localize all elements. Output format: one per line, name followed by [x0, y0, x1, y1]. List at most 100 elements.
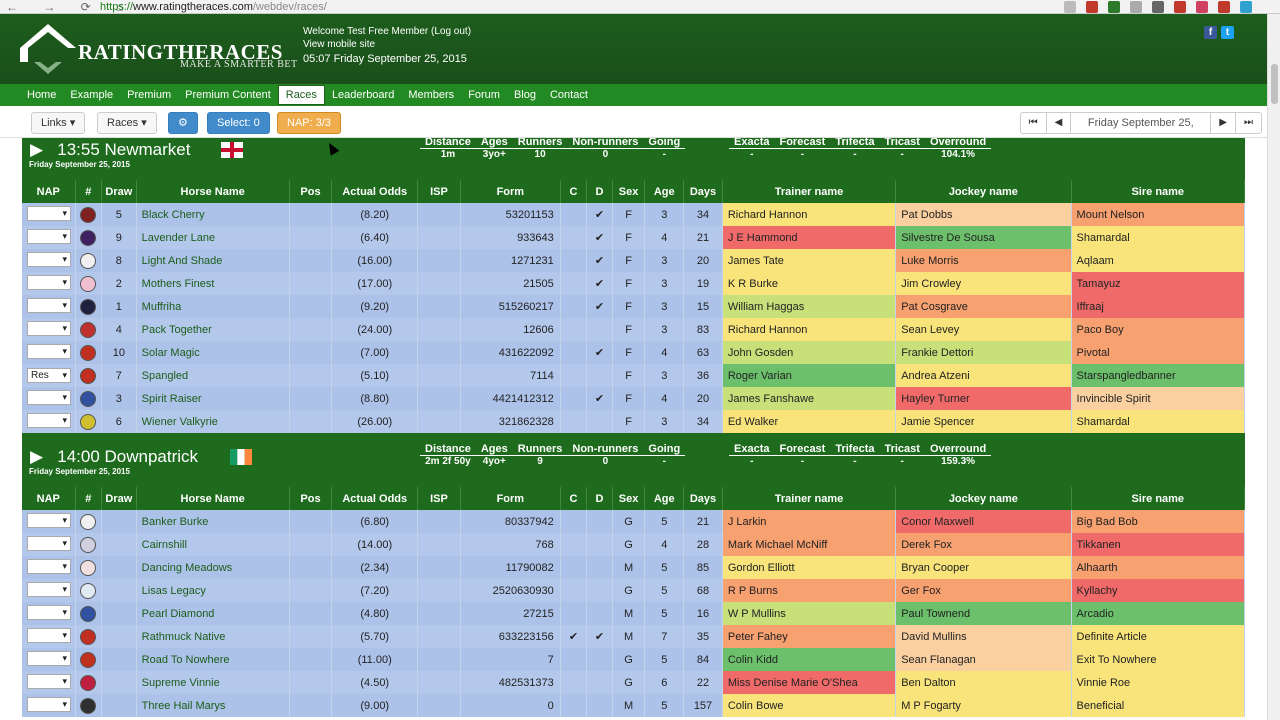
column-header[interactable]: ISP: [417, 487, 461, 510]
jockey-cell[interactable]: Luke Morris: [895, 249, 1072, 272]
race-title[interactable]: ▶ 13:55 Newmarket: [30, 140, 190, 160]
address-bar[interactable]: https://www.ratingtheraces.com/webdev/ra…: [100, 0, 327, 14]
sire-cell[interactable]: Starspangledbanner: [1071, 364, 1245, 387]
sire-cell[interactable]: Paco Boy: [1071, 318, 1245, 341]
menu-contact[interactable]: Contact: [543, 84, 595, 106]
sire-cell[interactable]: Vinnie Roe: [1071, 671, 1245, 694]
extension-icon[interactable]: [1196, 1, 1208, 13]
jockey-cell[interactable]: Pat Dobbs: [895, 203, 1072, 226]
horse-name-link[interactable]: Lavender Lane: [136, 226, 290, 249]
sire-cell[interactable]: Shamardal: [1071, 226, 1245, 249]
nap-select[interactable]: [27, 320, 71, 336]
horse-name-link[interactable]: Black Cherry: [136, 203, 290, 226]
trainer-cell[interactable]: Colin Bowe: [722, 694, 897, 717]
trainer-cell[interactable]: W P Mullins: [722, 602, 897, 625]
table-row[interactable]: 4Pack Together (24.00) 12606 F383Richard Ha…: [22, 318, 1245, 341]
nap-select[interactable]: [27, 558, 71, 574]
table-row[interactable]: Banker Burke (6.80) 80337942 G521J LarkinCo…: [22, 510, 1245, 533]
nap-select[interactable]: [27, 205, 71, 221]
extension-icon[interactable]: [1152, 1, 1164, 13]
trainer-cell[interactable]: K R Burke: [722, 272, 897, 295]
nap-select[interactable]: [27, 343, 71, 359]
trainer-cell[interactable]: Richard Hannon: [722, 318, 897, 341]
nap-select[interactable]: [27, 627, 71, 643]
column-header[interactable]: Form: [460, 180, 561, 203]
race-title[interactable]: ▶ 14:00 Downpatrick: [30, 447, 198, 467]
next-day-button[interactable]: ▶: [1211, 113, 1236, 133]
column-header[interactable]: Sire name: [1071, 487, 1245, 510]
menu-blog[interactable]: Blog: [507, 84, 543, 106]
jockey-cell[interactable]: Paul Townend: [895, 602, 1072, 625]
column-header[interactable]: Jockey name: [895, 487, 1072, 510]
column-header[interactable]: Draw: [101, 487, 137, 510]
jockey-cell[interactable]: Sean Levey: [895, 318, 1072, 341]
nap-select[interactable]: [27, 297, 71, 313]
sire-cell[interactable]: Kyllachy: [1071, 579, 1245, 602]
sire-cell[interactable]: Arcadio: [1071, 602, 1245, 625]
column-header[interactable]: Horse Name: [136, 487, 290, 510]
menu-forum[interactable]: Forum: [461, 84, 507, 106]
scrollbar-thumb[interactable]: [1271, 64, 1278, 104]
horse-name-link[interactable]: Three Hail Marys: [136, 694, 290, 717]
column-header[interactable]: Actual Odds: [331, 180, 419, 203]
nap-button[interactable]: NAP: 3/3: [277, 112, 342, 134]
extension-icon[interactable]: [1240, 1, 1252, 13]
menu-home[interactable]: Home: [20, 84, 63, 106]
trainer-cell[interactable]: Miss Denise Marie O'Shea: [722, 671, 897, 694]
table-row[interactable]: Three Hail Marys (9.00) 0 M5157Colin BoweM …: [22, 694, 1245, 717]
trainer-cell[interactable]: Roger Varian: [722, 364, 897, 387]
table-row[interactable]: 3Spirit Raiser (8.80) 4421412312 ✔F420James…: [22, 387, 1245, 410]
expand-icon[interactable]: ▶: [30, 447, 43, 466]
column-header[interactable]: Jockey name: [895, 180, 1072, 203]
jockey-cell[interactable]: M P Fogarty: [895, 694, 1072, 717]
nap-select[interactable]: [27, 673, 71, 689]
sire-cell[interactable]: Shamardal: [1071, 410, 1245, 433]
links-dropdown[interactable]: Links ▾: [31, 112, 86, 134]
column-header[interactable]: Days: [683, 180, 723, 203]
first-day-button[interactable]: ⏮: [1021, 113, 1047, 133]
menu-members[interactable]: Members: [401, 84, 461, 106]
table-row[interactable]: Dancing Meadows (2.34) 11790082 M585Gordon …: [22, 556, 1245, 579]
column-header[interactable]: Draw: [101, 180, 137, 203]
extension-icon[interactable]: [1218, 1, 1230, 13]
horse-name-link[interactable]: Rathmuck Native: [136, 625, 290, 648]
extension-icon[interactable]: [1086, 1, 1098, 13]
horse-name-link[interactable]: Dancing Meadows: [136, 556, 290, 579]
nap-select[interactable]: Res: [27, 368, 71, 383]
nap-select[interactable]: [27, 696, 71, 712]
extension-icon[interactable]: [1130, 1, 1142, 13]
nap-select[interactable]: [27, 412, 71, 428]
column-header[interactable]: #: [75, 180, 103, 203]
column-header[interactable]: Pos: [289, 487, 333, 510]
facebook-icon[interactable]: f: [1204, 26, 1217, 39]
nap-select[interactable]: [27, 604, 71, 620]
table-row[interactable]: 8Light And Shade (16.00) 1271231 ✔F320James…: [22, 249, 1245, 272]
column-header[interactable]: Age: [644, 180, 685, 203]
column-header[interactable]: Age: [644, 487, 685, 510]
sire-cell[interactable]: Pivotal: [1071, 341, 1245, 364]
jockey-cell[interactable]: Jamie Spencer: [895, 410, 1072, 433]
trainer-cell[interactable]: J E Hammond: [722, 226, 897, 249]
nap-select[interactable]: [27, 581, 71, 597]
settings-button[interactable]: ⚙: [168, 112, 198, 134]
column-header[interactable]: Form: [460, 487, 561, 510]
jockey-cell[interactable]: Frankie Dettori: [895, 341, 1072, 364]
sire-cell[interactable]: Tamayuz: [1071, 272, 1245, 295]
logo-icon[interactable]: [20, 22, 76, 78]
table-row[interactable]: Lisas Legacy (7.20) 2520630930 G568R P Burn…: [22, 579, 1245, 602]
horse-name-link[interactable]: Mothers Finest: [136, 272, 290, 295]
table-row[interactable]: Rathmuck Native(5.70)633223156✔✔M735Pete…: [22, 625, 1245, 648]
sire-cell[interactable]: Alhaarth: [1071, 556, 1245, 579]
menu-premium[interactable]: Premium: [120, 84, 178, 106]
sire-cell[interactable]: Definite Article: [1071, 625, 1245, 648]
table-row[interactable]: 9Lavender Lane (6.40) 933643 ✔F421J E Hammo…: [22, 226, 1245, 249]
horse-name-link[interactable]: Lisas Legacy: [136, 579, 290, 602]
column-header[interactable]: C: [560, 180, 588, 203]
expand-icon[interactable]: ▶: [30, 140, 43, 159]
table-row[interactable]: Supreme Vinnie (4.50) 482531373 G622Miss De…: [22, 671, 1245, 694]
page-scrollbar[interactable]: [1267, 14, 1280, 720]
column-header[interactable]: Horse Name: [136, 180, 290, 203]
menu-example[interactable]: Example: [63, 84, 120, 106]
column-header[interactable]: Trainer name: [722, 180, 897, 203]
sire-cell[interactable]: Invincible Spirit: [1071, 387, 1245, 410]
